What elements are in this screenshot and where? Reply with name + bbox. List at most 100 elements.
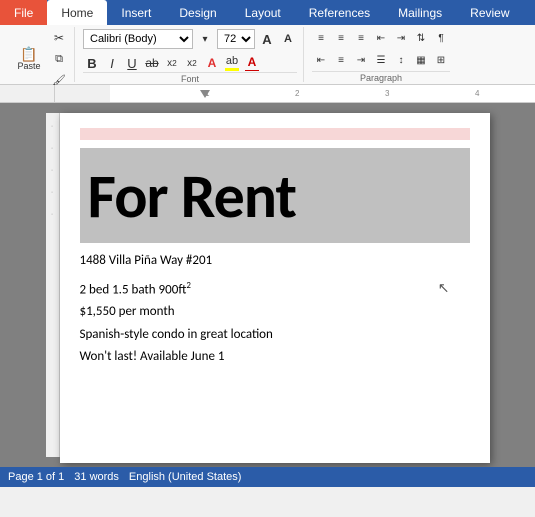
- bed-bath-text: 2 bed 1.5 bath 900ft: [80, 282, 187, 297]
- font-name-select[interactable]: Calibri (Body): [83, 29, 193, 49]
- multilevel-list-button[interactable]: ≡: [352, 29, 370, 47]
- details-section: 2 bed 1.5 bath 900ft2 $1,550 per month S…: [80, 278, 470, 368]
- tab-review-label: Review: [470, 6, 509, 20]
- price-line[interactable]: $1,550 per month: [80, 301, 470, 323]
- align-left-button[interactable]: ⇤: [312, 51, 330, 69]
- tab-references[interactable]: References: [295, 0, 384, 25]
- paste-label: Paste: [17, 61, 40, 71]
- vruler-dot2: ·: [51, 145, 53, 152]
- paragraph-label: Paragraph: [312, 71, 450, 83]
- vertical-ruler: · · · · ·: [46, 113, 60, 457]
- font-color-button[interactable]: A: [243, 54, 261, 72]
- line-spacing-button[interactable]: ↕: [392, 51, 410, 69]
- shading-button[interactable]: ▦: [412, 51, 430, 69]
- vruler-dot3: ·: [51, 167, 53, 174]
- tab-home-label: Home: [61, 6, 93, 20]
- tab-file[interactable]: File: [0, 0, 47, 25]
- align-right-icon: ⇥: [357, 55, 365, 66]
- italic-button[interactable]: I: [103, 54, 121, 72]
- numbering-button[interactable]: ≡: [332, 29, 350, 47]
- tab-bar: File Home Insert Design Layout Reference…: [0, 0, 535, 25]
- copy-button[interactable]: ⧉: [50, 50, 68, 68]
- ruler-tick-1: 1: [205, 89, 209, 98]
- ribbon: 📋 Paste ✂ ⧉ 🖌 Clipboard Calibri (Bo: [0, 25, 535, 85]
- font-size-select[interactable]: 72: [217, 29, 255, 49]
- document-area: · · · · · For Rent 1488 Villa Piña Way #…: [0, 103, 535, 467]
- bullets-button[interactable]: ≡: [312, 29, 330, 47]
- cut-icon: ✂: [54, 31, 64, 45]
- borders-icon: ⊞: [437, 55, 445, 66]
- align-right-button[interactable]: ⇥: [352, 51, 370, 69]
- decrease-indent-icon: ⇤: [377, 33, 385, 44]
- availability-line[interactable]: Won't last! Available June 1: [80, 346, 470, 368]
- ribbon-group-paragraph: ≡ ≡ ≡ ⇤ ⇥ ⇅ ¶: [306, 27, 456, 82]
- align-center-icon: ≡: [338, 55, 344, 66]
- tab-review[interactable]: Review: [456, 0, 523, 25]
- status-bar: Page 1 of 1 31 words English (United Sta…: [0, 467, 535, 487]
- numbering-icon: ≡: [338, 33, 344, 44]
- tab-home[interactable]: Home: [47, 0, 107, 25]
- address-text[interactable]: 1488 Villa Piña Way #201: [80, 253, 470, 268]
- justify-icon: ☰: [377, 55, 386, 66]
- word-count: 31 words: [74, 471, 119, 483]
- font-color-icon: A: [248, 55, 257, 69]
- borders-button[interactable]: ⊞: [432, 51, 450, 69]
- decrease-indent-button[interactable]: ⇤: [372, 29, 390, 47]
- ribbon-group-clipboard: 📋 Paste ✂ ⧉ 🖌 Clipboard: [4, 27, 75, 82]
- multilevel-icon: ≡: [358, 33, 364, 44]
- superscript-button[interactable]: x2: [183, 54, 201, 72]
- pilcrow-icon: ¶: [438, 33, 443, 44]
- text-highlight-button[interactable]: ab: [223, 54, 241, 72]
- vruler-dot4: ·: [51, 189, 53, 196]
- tab-mailings[interactable]: Mailings: [384, 0, 456, 25]
- vruler-dot5: ·: [51, 211, 53, 218]
- ruler: 1 2 3 4: [0, 85, 535, 103]
- sort-button[interactable]: ⇅: [412, 29, 430, 47]
- font-name-expand-button[interactable]: ▾: [196, 30, 214, 48]
- increase-indent-button[interactable]: ⇥: [392, 29, 410, 47]
- tab-layout-label: Layout: [245, 6, 281, 20]
- underline-button[interactable]: U: [123, 54, 141, 72]
- tab-insert-label: Insert: [121, 6, 151, 20]
- align-left-icon: ⇤: [317, 55, 325, 66]
- ruler-tick-3: 3: [385, 89, 389, 98]
- ruler-tick-4: 4: [475, 89, 479, 98]
- tab-design-label: Design: [179, 6, 216, 20]
- font-grow-button[interactable]: A: [258, 30, 276, 48]
- page-info: Page 1 of 1: [8, 471, 64, 483]
- font-shrink-button[interactable]: A: [279, 30, 297, 48]
- tab-file-label: File: [14, 6, 33, 20]
- description-line[interactable]: Spanish-style condo in great location: [80, 324, 470, 346]
- for-rent-text[interactable]: For Rent: [88, 158, 297, 234]
- pink-highlight-bar: [80, 128, 470, 140]
- font-label: Font: [83, 72, 297, 84]
- tab-references-label: References: [309, 6, 370, 20]
- bed-bath-line[interactable]: 2 bed 1.5 bath 900ft2: [80, 278, 470, 301]
- subscript-button[interactable]: x2: [163, 54, 181, 72]
- increase-indent-icon: ⇥: [397, 33, 405, 44]
- ribbon-group-font: Calibri (Body) ▾ 72 A A B I U ab x2 x2 A…: [77, 27, 304, 82]
- align-center-button[interactable]: ≡: [332, 51, 350, 69]
- cut-button[interactable]: ✂: [50, 29, 68, 47]
- tab-layout[interactable]: Layout: [231, 0, 295, 25]
- tab-design[interactable]: Design: [165, 0, 230, 25]
- sort-icon: ⇅: [417, 33, 425, 44]
- copy-icon: ⧉: [55, 53, 63, 66]
- show-formatting-button[interactable]: ¶: [432, 29, 450, 47]
- tab-insert[interactable]: Insert: [107, 0, 165, 25]
- text-effects-button[interactable]: A: [203, 54, 221, 72]
- highlight-icon: ab: [226, 55, 238, 67]
- bold-button[interactable]: B: [83, 54, 101, 72]
- shading-icon: ▦: [416, 55, 425, 66]
- tab-mailings-label: Mailings: [398, 6, 442, 20]
- line-spacing-icon: ↕: [399, 55, 404, 66]
- strikethrough-button[interactable]: ab: [143, 54, 161, 72]
- ruler-inner: 1 2 3 4: [110, 85, 535, 102]
- language: English (United States): [129, 471, 242, 483]
- vruler-dot: ·: [51, 123, 53, 130]
- ruler-tick-2: 2: [295, 89, 299, 98]
- font-color-bar: [245, 70, 259, 71]
- paste-icon: 📋: [20, 47, 37, 61]
- justify-button[interactable]: ☰: [372, 51, 390, 69]
- paste-button[interactable]: 📋 Paste: [10, 35, 48, 83]
